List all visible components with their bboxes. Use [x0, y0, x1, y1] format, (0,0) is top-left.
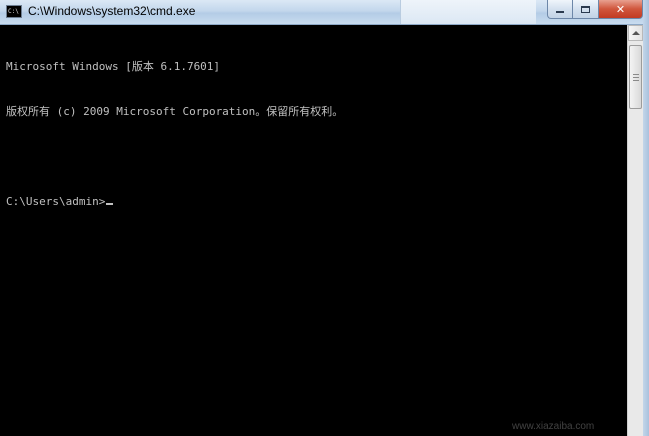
- console-prompt: C:\Users\admin>: [6, 195, 106, 208]
- background-window-sliver: [400, 0, 536, 24]
- close-icon: ✕: [615, 2, 626, 16]
- console-line-copyright: 版权所有 (c) 2009 Microsoft Corporation。保留所有…: [6, 105, 344, 118]
- minimize-button[interactable]: [547, 0, 573, 19]
- console-line-blank: [6, 149, 627, 164]
- thumb-grip-line: [633, 77, 639, 78]
- console-line-version: Microsoft Windows [版本 6.1.7601]: [6, 60, 221, 73]
- caption-buttons: ✕: [547, 0, 643, 20]
- console-output[interactable]: Microsoft Windows [版本 6.1.7601] 版权所有 (c)…: [0, 25, 627, 436]
- scroll-thumb[interactable]: [629, 45, 642, 109]
- maximize-icon: [581, 5, 590, 13]
- title-bar[interactable]: C:\ C:\Windows\system32\cmd.exe ✕: [0, 0, 649, 25]
- window-frame-right: [643, 0, 649, 436]
- scroll-up-button[interactable]: [628, 25, 643, 41]
- window-title: C:\Windows\system32\cmd.exe: [28, 4, 196, 18]
- cmd-icon[interactable]: C:\: [6, 5, 22, 18]
- thumb-grip-line: [633, 74, 639, 75]
- minimize-icon: [556, 11, 564, 13]
- thumb-grip-line: [633, 80, 639, 81]
- close-button[interactable]: ✕: [599, 0, 643, 19]
- text-cursor: [106, 203, 114, 205]
- vertical-scrollbar[interactable]: [627, 25, 643, 436]
- console-prompt-line[interactable]: C:\Users\admin>: [6, 194, 627, 209]
- watermark-url: www.xiazaiba.com: [512, 421, 595, 432]
- maximize-button[interactable]: [573, 0, 599, 19]
